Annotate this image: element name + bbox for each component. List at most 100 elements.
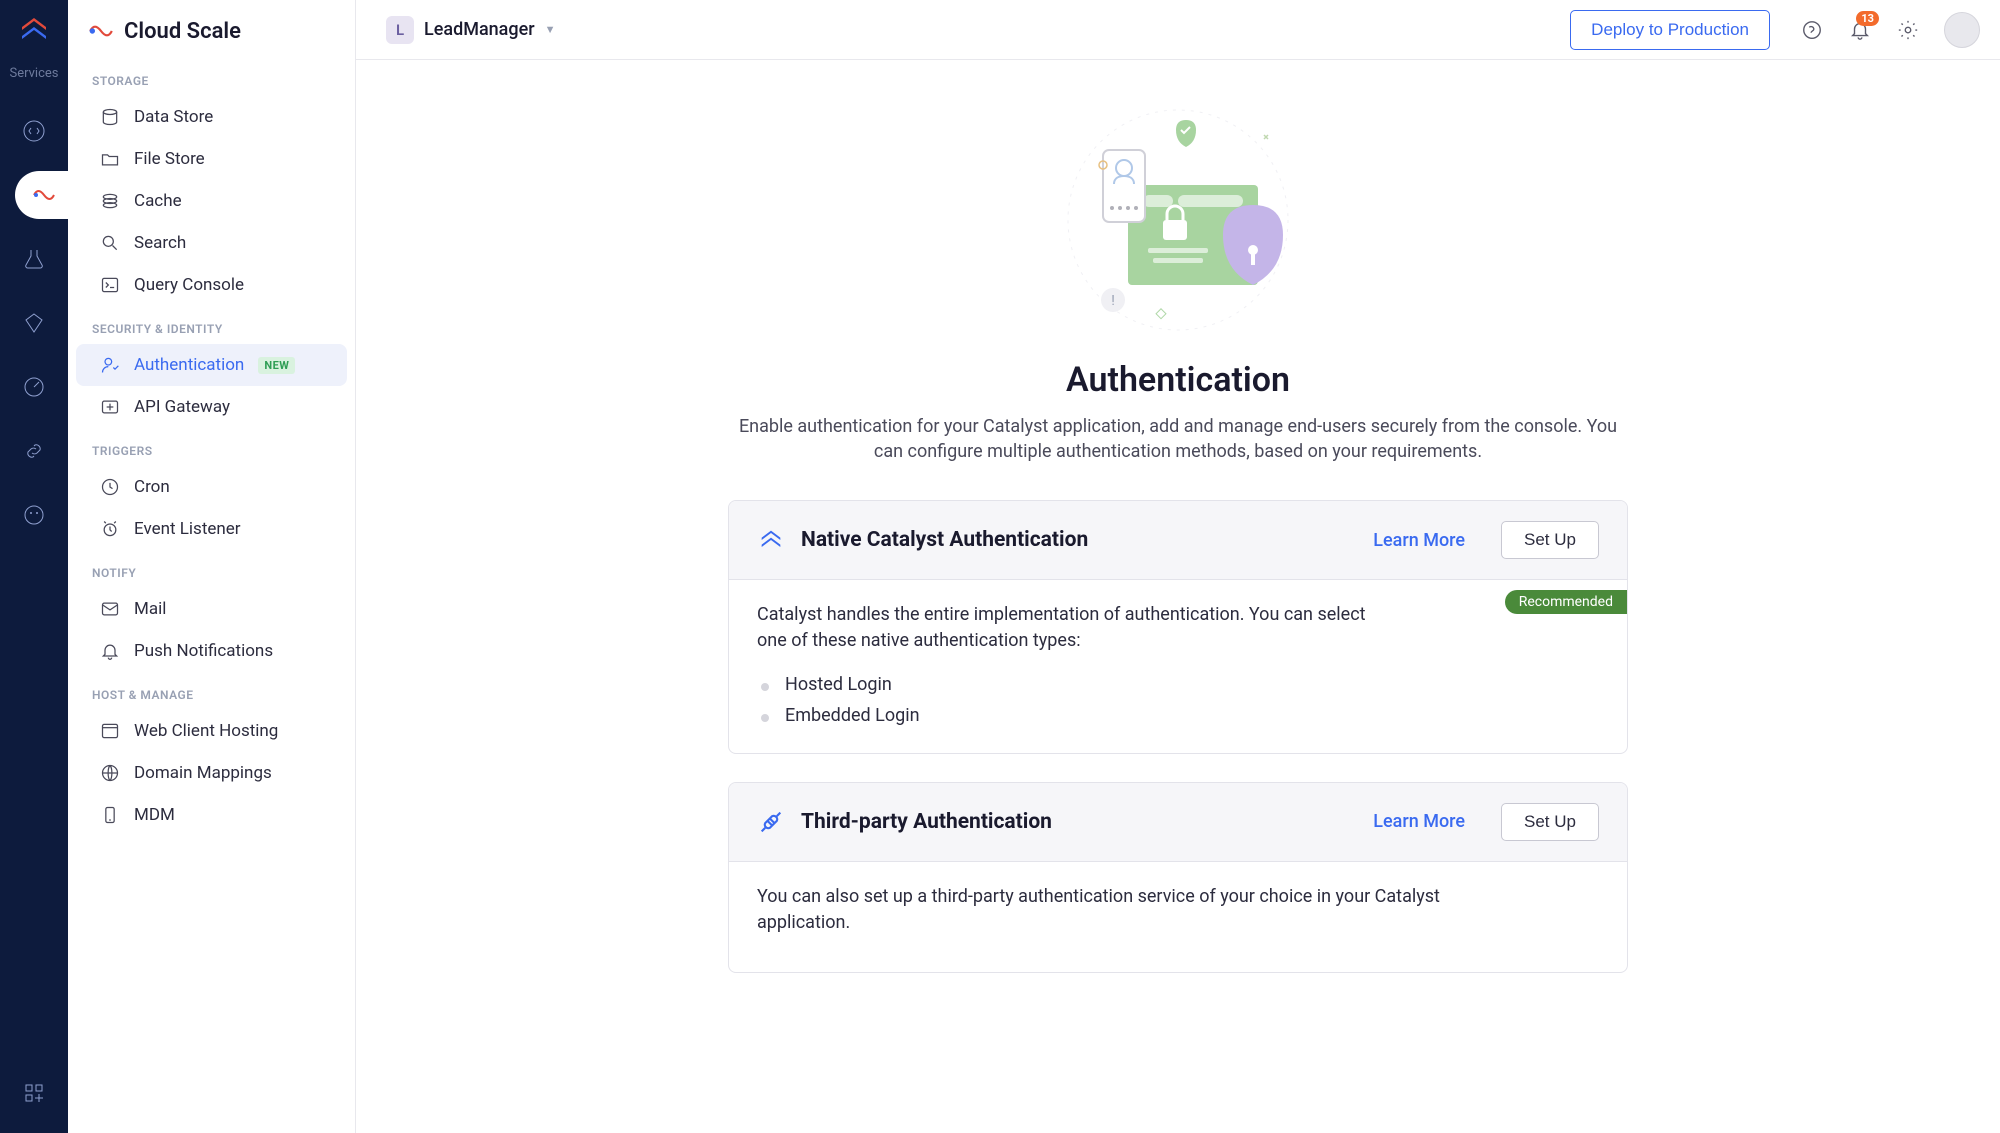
nav-event-listener[interactable]: Event Listener [76, 508, 347, 550]
sidebar-brand: Cloud Scale [68, 18, 355, 58]
content: ! Authentication Enable authentication f… [356, 60, 2000, 1133]
nav-label: Authentication [134, 355, 244, 375]
rail-item-face[interactable] [10, 491, 58, 539]
learn-more-link[interactable]: Learn More [1373, 811, 1465, 832]
clock-icon [100, 477, 120, 497]
section-host: HOST & MANAGE [68, 672, 355, 710]
nav-file-store[interactable]: File Store [76, 138, 347, 180]
svg-text:!: ! [1111, 293, 1115, 309]
section-triggers: TRIGGERS [68, 428, 355, 466]
new-badge: NEW [258, 357, 295, 374]
help-icon[interactable] [1800, 18, 1824, 42]
nav-api-gateway[interactable]: API Gateway [76, 386, 347, 428]
authentication-illustration: ! [1048, 90, 1308, 350]
user-check-icon [100, 355, 120, 375]
browser-icon [100, 721, 120, 741]
rail-item-radar[interactable] [10, 363, 58, 411]
rail-item-flask[interactable] [10, 235, 58, 283]
settings-icon[interactable] [1896, 18, 1920, 42]
rail-item-apps[interactable] [10, 1069, 58, 1117]
nav-label: Search [134, 233, 186, 253]
nav-label: Data Store [134, 107, 213, 127]
services-label: Services [10, 66, 59, 81]
nav-mdm[interactable]: MDM [76, 794, 347, 836]
project-selector[interactable]: L LeadManager ▼ [376, 12, 565, 48]
list-item: Embedded Login [761, 700, 1599, 731]
setup-button[interactable]: Set Up [1501, 803, 1599, 841]
section-security: SECURITY & IDENTITY [68, 306, 355, 344]
native-auth-card: Native Catalyst Authentication Learn Mor… [728, 500, 1628, 753]
terminal-icon [100, 275, 120, 295]
rail-item-diamond[interactable] [10, 299, 58, 347]
nav-label: Web Client Hosting [134, 721, 278, 741]
auth-types-list: Hosted Login Embedded Login [757, 669, 1599, 731]
topbar: L LeadManager ▼ Deploy to Production 13 [356, 0, 2000, 60]
folder-icon [100, 149, 120, 169]
nav-cache[interactable]: Cache [76, 180, 347, 222]
globe-icon [100, 763, 120, 783]
nav-authentication[interactable]: Authentication NEW [76, 344, 347, 386]
mail-icon [100, 599, 120, 619]
card-header: Third-party Authentication Learn More Se… [729, 783, 1627, 862]
card-body: You can also set up a third-party authen… [729, 862, 1627, 972]
bell-icon [100, 641, 120, 661]
card-description: You can also set up a third-party authen… [757, 884, 1517, 936]
learn-more-link[interactable]: Learn More [1373, 530, 1465, 551]
rail-item-chain[interactable] [10, 427, 58, 475]
project-name: LeadManager [424, 19, 535, 40]
rail-item-cloudscale[interactable] [15, 171, 73, 219]
mobile-icon [100, 805, 120, 825]
database-icon [100, 107, 120, 127]
logo-icon [16, 12, 52, 48]
nav-label: File Store [134, 149, 205, 169]
card-title: Native Catalyst Authentication [801, 528, 1357, 552]
recommended-badge: Recommended [1505, 590, 1627, 614]
plug-icon [757, 808, 785, 836]
icon-rail: Services [0, 0, 68, 1133]
nav-label: MDM [134, 805, 175, 825]
card-body: Recommended Catalyst handles the entire … [729, 580, 1627, 752]
notification-count: 13 [1856, 11, 1879, 26]
nav-mail[interactable]: Mail [76, 588, 347, 630]
nav-label: API Gateway [134, 397, 230, 417]
list-item: Hosted Login [761, 669, 1599, 700]
deploy-button[interactable]: Deploy to Production [1570, 10, 1770, 50]
rail-item-code[interactable] [10, 107, 58, 155]
page-title: Authentication [1066, 360, 1290, 400]
nav-label: Domain Mappings [134, 763, 272, 783]
nav-web-client-hosting[interactable]: Web Client Hosting [76, 710, 347, 752]
nav-label: Mail [134, 599, 166, 619]
nav-label: Cron [134, 477, 170, 497]
cloudscale-icon [88, 18, 114, 44]
nav-domain-mappings[interactable]: Domain Mappings [76, 752, 347, 794]
user-avatar[interactable] [1944, 12, 1980, 48]
section-notify: NOTIFY [68, 550, 355, 588]
setup-button[interactable]: Set Up [1501, 521, 1599, 559]
nav-data-store[interactable]: Data Store [76, 96, 347, 138]
alarm-icon [100, 519, 120, 539]
sidebar: Cloud Scale STORAGE Data Store File Stor… [68, 0, 356, 1133]
card-description: Catalyst handles the entire implementati… [757, 602, 1377, 654]
nav-label: Cache [134, 191, 182, 211]
nav-push-notifications[interactable]: Push Notifications [76, 630, 347, 672]
nav-query-console[interactable]: Query Console [76, 264, 347, 306]
project-avatar: L [386, 16, 414, 44]
layers-icon [100, 191, 120, 211]
page-description: Enable authentication for your Catalyst … [738, 414, 1618, 464]
chevron-down-icon: ▼ [545, 23, 556, 36]
nav-cron[interactable]: Cron [76, 466, 347, 508]
gateway-icon [100, 397, 120, 417]
card-title: Third-party Authentication [801, 810, 1357, 834]
search-icon [100, 233, 120, 253]
notification-icon[interactable]: 13 [1848, 18, 1872, 42]
card-header: Native Catalyst Authentication Learn Mor… [729, 501, 1627, 580]
catalyst-icon [757, 526, 785, 554]
brand-name: Cloud Scale [124, 19, 241, 44]
nav-label: Query Console [134, 275, 244, 295]
nav-label: Event Listener [134, 519, 241, 539]
thirdparty-auth-card: Third-party Authentication Learn More Se… [728, 782, 1628, 973]
main: L LeadManager ▼ Deploy to Production 13 [356, 0, 2000, 1133]
nav-search[interactable]: Search [76, 222, 347, 264]
section-storage: STORAGE [68, 58, 355, 96]
nav-label: Push Notifications [134, 641, 273, 661]
